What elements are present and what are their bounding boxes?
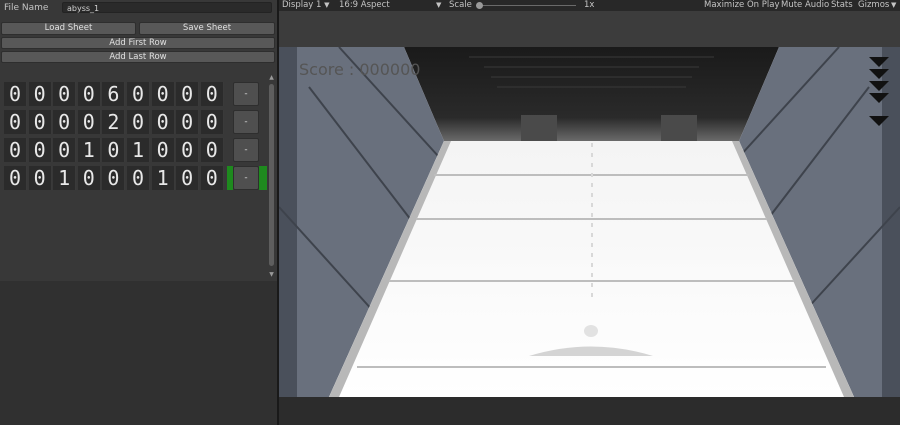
selected-row-highlight (259, 166, 267, 190)
sheet-row: 000101000 (4, 138, 226, 162)
sheet-cell[interactable]: 0 (4, 166, 27, 190)
chevron-down-icon: ▼ (324, 1, 330, 9)
remove-row-button[interactable]: - (233, 110, 259, 134)
display-label: Display 1 (282, 0, 322, 10)
scale-slider-track[interactable] (476, 5, 576, 6)
sheet-cell[interactable]: 0 (77, 82, 101, 106)
sheet-cell[interactable]: 0 (4, 110, 27, 134)
maximize-on-play-toggle[interactable]: Maximize On Play (704, 0, 779, 11)
sheet-row: 000060000 (4, 82, 226, 106)
aspect-dropdown[interactable]: 16:9 Aspect (339, 0, 390, 11)
sheet-cell[interactable]: 2 (102, 110, 126, 134)
sheet-row: 001000100 (4, 166, 226, 190)
sheet-cell[interactable]: 1 (77, 138, 101, 162)
sheet-cell[interactable]: 0 (127, 166, 150, 190)
sheet-cell[interactable]: 0 (28, 110, 52, 134)
sheet-cell[interactable]: 0 (102, 166, 126, 190)
sheet-cell[interactable]: 0 (151, 110, 175, 134)
sheet-cell[interactable]: 0 (176, 110, 200, 134)
file-name-input[interactable]: abyss_1 (62, 2, 272, 13)
sheet-cell[interactable]: 0 (176, 138, 200, 162)
gizmos-toggle[interactable]: Gizmos (858, 0, 889, 11)
file-name-label: File Name (4, 3, 49, 13)
display-dropdown[interactable]: Display 1 ▼ (282, 0, 330, 11)
sheet-row: 000020000 (4, 110, 226, 134)
sheet-cell[interactable]: 0 (200, 166, 224, 190)
load-sheet-button[interactable]: Load Sheet (1, 22, 136, 35)
sheet-cell[interactable]: 0 (200, 138, 224, 162)
sheet-cell[interactable]: 1 (53, 166, 77, 190)
sheet-cell[interactable]: 0 (53, 110, 77, 134)
sheet-scrollbar[interactable] (269, 84, 274, 266)
aspect-chevron-down-icon[interactable]: ▼ (436, 0, 441, 11)
gizmos-chevron-down-icon[interactable]: ▼ (891, 0, 896, 11)
add-last-row-button[interactable]: Add Last Row (1, 51, 275, 63)
scroll-up-icon[interactable]: ▲ (268, 74, 275, 81)
sheet-cell[interactable]: 0 (200, 110, 224, 134)
sheet-cell[interactable]: 0 (77, 166, 101, 190)
sheet-cell[interactable]: 0 (151, 82, 175, 106)
game-view-letterbox-bottom (279, 397, 900, 425)
sheet-cell[interactable]: 0 (53, 82, 77, 106)
mute-audio-toggle[interactable]: Mute Audio (781, 0, 829, 11)
scroll-down-icon[interactable]: ▼ (268, 271, 275, 278)
stats-toggle[interactable]: Stats (831, 0, 853, 11)
sheet-cell[interactable]: 0 (176, 82, 200, 106)
remove-row-button[interactable]: - (233, 138, 259, 162)
sheet-cell[interactable]: 0 (28, 82, 52, 106)
sheet-cell[interactable]: 1 (127, 138, 150, 162)
sheet-cell[interactable]: 1 (151, 166, 175, 190)
sheet-cell[interactable]: 0 (53, 138, 77, 162)
sheet-editor-panel: File Name abyss_1 Load Sheet Save Sheet … (0, 0, 277, 425)
scale-slider-handle[interactable] (476, 2, 483, 9)
tunnel-depth (404, 47, 779, 141)
sheet-cell[interactable]: 0 (28, 166, 52, 190)
lower-empty-panel (0, 281, 277, 425)
sheet-cell[interactable]: 0 (127, 82, 150, 106)
sheet-cell[interactable]: 0 (4, 138, 27, 162)
game-view[interactable]: Score : 000000 (279, 47, 900, 397)
scale-label: Scale (449, 0, 472, 10)
sheet-cell[interactable]: 0 (127, 110, 150, 134)
note-sheet-grid: 000060000-000020000-000101000-001000100- (0, 74, 277, 280)
tunnel-block-right (661, 115, 697, 141)
sheet-cell[interactable]: 6 (102, 82, 126, 106)
aspect-label: 16:9 Aspect (339, 0, 390, 10)
player-orb (584, 325, 598, 337)
scale-value: 1x (584, 0, 595, 10)
add-first-row-button[interactable]: Add First Row (1, 37, 275, 49)
sheet-cell[interactable]: 0 (200, 82, 224, 106)
sheet-cell[interactable]: 0 (28, 138, 52, 162)
sheet-cell[interactable]: 0 (4, 82, 27, 106)
file-name-row: File Name abyss_1 (0, 0, 277, 16)
game-view-letterbox-top (279, 11, 900, 47)
corridor-scene (279, 47, 900, 397)
sheet-cell[interactable]: 0 (151, 138, 175, 162)
score-display: Score : 000000 (299, 60, 421, 79)
remove-row-button[interactable]: - (233, 82, 259, 106)
remove-row-button[interactable]: - (233, 166, 259, 190)
sheet-cell[interactable]: 0 (77, 110, 101, 134)
tunnel-block-left (521, 115, 557, 141)
game-view-toolbar: Display 1 ▼ 16:9 Aspect ▼ Scale 1x Maxim… (279, 0, 900, 11)
sheet-cell[interactable]: 0 (102, 138, 126, 162)
save-sheet-button[interactable]: Save Sheet (139, 22, 275, 35)
sheet-cell[interactable]: 0 (176, 166, 200, 190)
